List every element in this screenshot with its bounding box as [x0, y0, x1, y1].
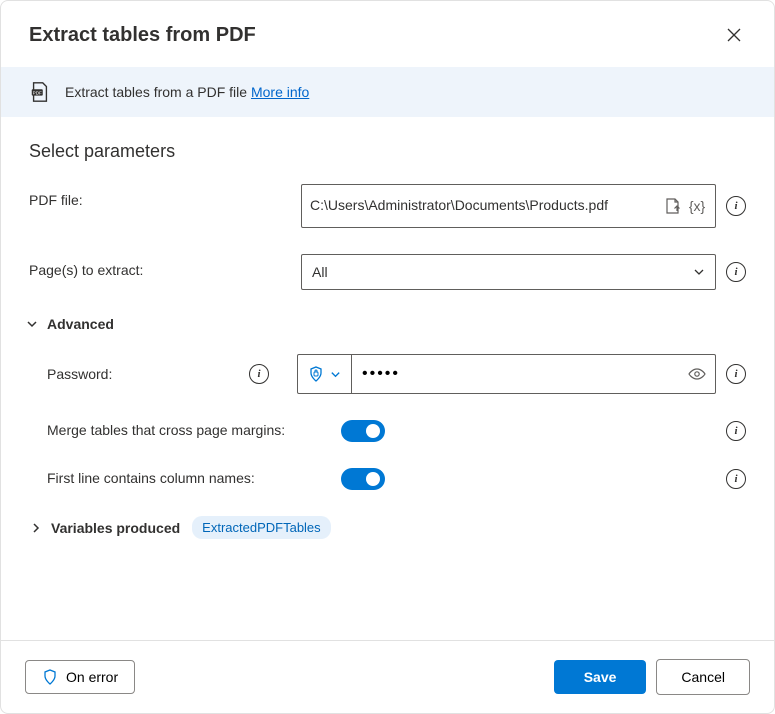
chevron-down-icon [25, 318, 39, 330]
dialog-title: Extract tables from PDF [29, 24, 256, 47]
dialog-footer: On error Save Cancel [1, 640, 774, 713]
reveal-password-button[interactable] [679, 355, 715, 393]
password-row: Password: i i [47, 354, 746, 394]
file-picker-icon[interactable] [663, 196, 683, 216]
password-input-group [297, 354, 716, 394]
first-line-toggle[interactable] [341, 468, 385, 490]
shield-lock-icon [308, 366, 324, 382]
chevron-right-icon [29, 522, 43, 534]
first-line-label: First line contains column names: [47, 469, 329, 489]
advanced-expander[interactable]: Advanced [25, 316, 746, 332]
info-text: Extract tables from a PDF file More info [65, 84, 309, 100]
info-bar: PDF Extract tables from a PDF file More … [1, 67, 774, 117]
chevron-down-icon [330, 369, 341, 380]
content: Select parameters PDF file: C:\Users\Adm… [1, 117, 774, 640]
dialog-header: Extract tables from PDF [1, 1, 774, 67]
dialog: Extract tables from PDF PDF Extract tabl… [0, 0, 775, 714]
pages-select[interactable]: All [301, 254, 716, 290]
shield-icon [42, 669, 58, 685]
merge-tables-toggle[interactable] [341, 420, 385, 442]
first-line-row: First line contains column names: i [47, 468, 746, 490]
svg-text:PDF: PDF [33, 90, 42, 95]
eye-icon [688, 365, 706, 383]
info-icon[interactable]: i [726, 421, 746, 441]
chevron-down-icon [693, 266, 705, 278]
pdf-file-input[interactable]: C:\Users\Administrator\Documents\Product… [301, 184, 716, 228]
pdf-file-row: PDF file: C:\Users\Administrator\Documen… [29, 184, 746, 228]
section-title: Select parameters [29, 141, 746, 162]
save-button[interactable]: Save [554, 660, 647, 694]
info-icon[interactable]: i [726, 469, 746, 489]
merge-tables-row: Merge tables that cross page margins: i [47, 420, 746, 442]
pdf-icon: PDF [29, 81, 51, 103]
advanced-section: Password: i i [47, 354, 746, 490]
pages-value: All [312, 264, 693, 280]
merge-tables-label: Merge tables that cross page margins: [47, 421, 329, 441]
password-input[interactable] [352, 355, 679, 393]
more-info-link[interactable]: More info [251, 84, 309, 100]
close-icon [727, 28, 741, 42]
info-icon[interactable]: i [726, 364, 746, 384]
cancel-button[interactable]: Cancel [656, 659, 750, 695]
password-label: Password: [47, 366, 112, 382]
on-error-label: On error [66, 669, 118, 685]
pages-label: Page(s) to extract: [29, 254, 289, 278]
variables-row: Variables produced ExtractedPDFTables [29, 516, 746, 539]
variable-badge[interactable]: ExtractedPDFTables [192, 516, 331, 539]
pages-row: Page(s) to extract: All i [29, 254, 746, 290]
advanced-label: Advanced [47, 316, 114, 332]
password-type-selector[interactable] [298, 355, 352, 393]
pdf-file-label: PDF file: [29, 184, 289, 208]
pdf-file-value: C:\Users\Administrator\Documents\Product… [310, 196, 659, 216]
variable-picker-icon[interactable]: {x} [687, 196, 707, 216]
variables-expander[interactable]: Variables produced [29, 520, 180, 536]
close-button[interactable] [718, 19, 750, 51]
on-error-button[interactable]: On error [25, 660, 135, 694]
info-icon[interactable]: i [726, 196, 746, 216]
info-icon[interactable]: i [249, 364, 269, 384]
info-icon[interactable]: i [726, 262, 746, 282]
variables-label: Variables produced [51, 520, 180, 536]
